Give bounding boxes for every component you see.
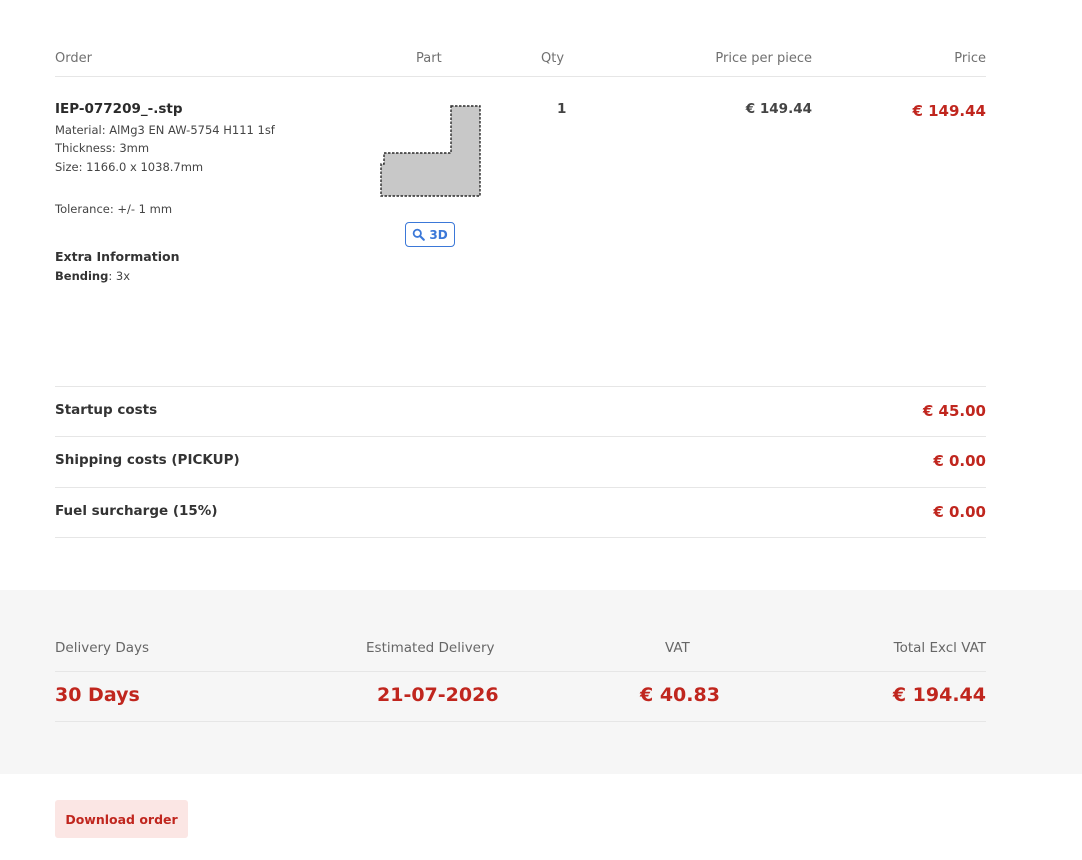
item-filename: IEP-077209_-.stp <box>55 101 183 117</box>
header-divider <box>55 76 986 77</box>
costs-divider-top <box>55 386 986 387</box>
item-tolerance: Tolerance: +/- 1 mm <box>55 202 173 216</box>
total-excl-vat-value: € 194.44 <box>892 684 986 706</box>
column-header-order: Order <box>55 51 92 66</box>
order-summary-panel <box>0 590 1082 774</box>
item-material: Material: AlMg3 EN AW-5754 H111 1sf <box>55 123 275 137</box>
part-thumbnail <box>380 105 481 197</box>
extra-information-title: Extra Information <box>55 249 180 264</box>
estimated-delivery-value: 21-07-2026 <box>377 684 499 706</box>
item-price-per-piece: € 149.44 <box>745 101 812 117</box>
column-header-part: Part <box>416 51 442 66</box>
vat-label: VAT <box>665 640 690 656</box>
costs-divider-bottom <box>55 537 986 538</box>
download-order-button[interactable]: Download order <box>55 800 188 838</box>
item-size: Size: 1166.0 x 1038.7mm <box>55 160 204 174</box>
column-header-price: Price <box>954 51 986 66</box>
startup-costs-label: Startup costs <box>55 402 158 418</box>
fuel-surcharge-value: € 0.00 <box>933 503 986 521</box>
column-header-price-per-piece: Price per piece <box>715 51 812 66</box>
estimated-delivery-label: Estimated Delivery <box>366 640 495 656</box>
bending-label: Bending <box>55 269 109 283</box>
fuel-surcharge-label: Fuel surcharge (15%) <box>55 503 218 519</box>
delivery-days-value: 30 Days <box>55 684 140 706</box>
costs-divider <box>55 436 986 437</box>
view-3d-label: 3D <box>429 227 448 242</box>
bending-info: Bending: 3x <box>55 269 130 283</box>
shipping-costs-value: € 0.00 <box>933 452 986 470</box>
vat-value: € 40.83 <box>640 684 720 706</box>
costs-divider <box>55 487 986 488</box>
summary-divider <box>55 671 986 672</box>
column-header-qty: Qty <box>541 51 565 66</box>
item-qty: 1 <box>557 101 567 117</box>
search-icon <box>413 228 426 241</box>
shipping-costs-label: Shipping costs (PICKUP) <box>55 452 240 468</box>
view-3d-button[interactable]: 3D <box>405 222 455 247</box>
summary-divider-bottom <box>55 721 986 722</box>
startup-costs-value: € 45.00 <box>922 402 986 420</box>
bending-value: : 3x <box>108 269 131 283</box>
item-price: € 149.44 <box>912 102 986 120</box>
delivery-days-label: Delivery Days <box>55 640 150 656</box>
total-excl-vat-label: Total Excl VAT <box>893 640 986 656</box>
item-thickness: Thickness: 3mm <box>55 141 150 155</box>
